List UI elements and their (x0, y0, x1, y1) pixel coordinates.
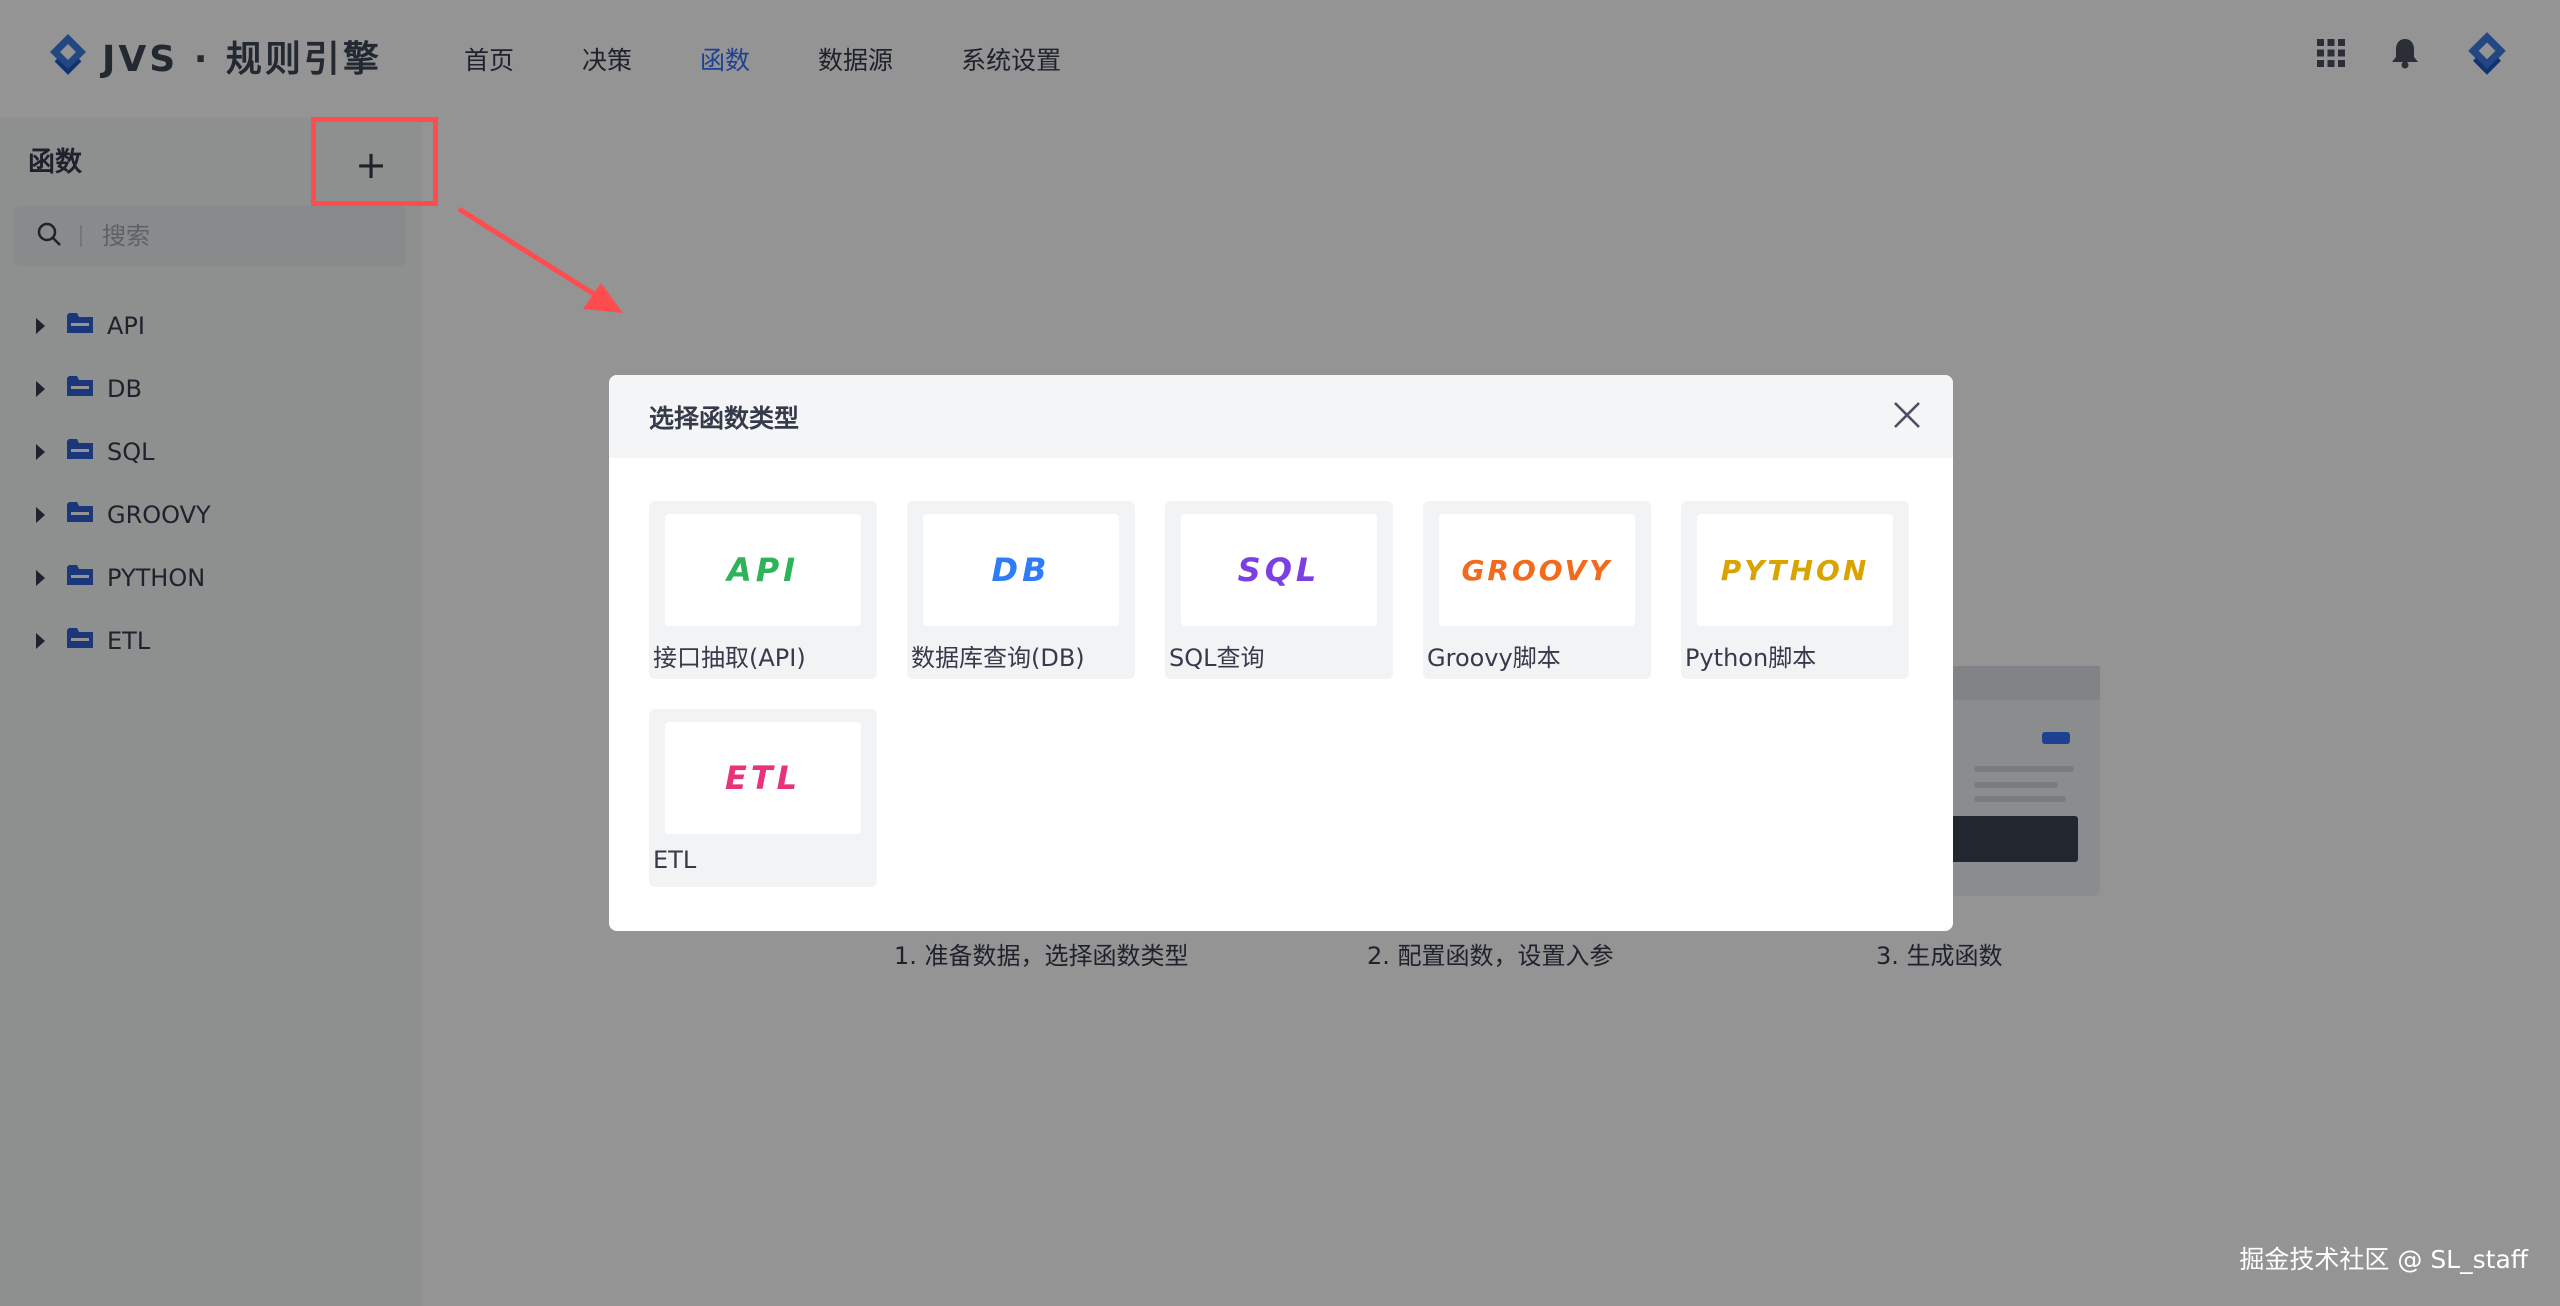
sql-badge-icon: SQL (1181, 514, 1377, 626)
python-badge-icon: PYTHON (1697, 514, 1893, 626)
type-card-label: 数据库查询(DB) (911, 644, 1085, 672)
type-card-label: Python脚本 (1685, 644, 1817, 672)
type-card-api[interactable]: API 接口抽取(API) (649, 501, 877, 679)
type-card-python[interactable]: PYTHON Python脚本 (1681, 501, 1909, 679)
highlight-box (311, 117, 438, 206)
api-badge-icon: API (665, 514, 861, 626)
type-badge-text: ETL (724, 759, 802, 797)
groovy-badge-icon: GROOVY (1439, 514, 1635, 626)
modal-header: 选择函数类型 (609, 375, 1953, 458)
type-badge-text: GROOVY (1461, 553, 1613, 587)
type-card-label: ETL (653, 846, 697, 874)
close-icon (1892, 400, 1922, 434)
type-badge-text: API (726, 551, 800, 589)
type-card-etl[interactable]: ETL ETL (649, 709, 877, 887)
select-function-type-modal: 选择函数类型 API 接口抽取(API) DB 数据库查询(DB) SQL SQ… (609, 375, 1953, 931)
type-card-label: SQL查询 (1169, 644, 1265, 672)
type-card-groovy[interactable]: GROOVY Groovy脚本 (1423, 501, 1651, 679)
type-card-sql[interactable]: SQL SQL查询 (1165, 501, 1393, 679)
type-badge-text: PYTHON (1720, 553, 1870, 587)
type-card-db[interactable]: DB 数据库查询(DB) (907, 501, 1135, 679)
annotation-arrow-icon (457, 206, 623, 313)
type-card-label: 接口抽取(API) (653, 644, 806, 672)
db-badge-icon: DB (923, 514, 1119, 626)
watermark: 掘金技术社区 @ SL_staff (2239, 1245, 2528, 1274)
type-badge-text: DB (991, 551, 1051, 589)
close-button[interactable] (1885, 395, 1929, 439)
type-card-label: Groovy脚本 (1427, 644, 1561, 672)
modal-title: 选择函数类型 (649, 403, 800, 433)
etl-badge-icon: ETL (665, 722, 861, 834)
type-badge-text: SQL (1237, 551, 1321, 589)
function-type-grid: API 接口抽取(API) DB 数据库查询(DB) SQL SQL查询 GRO… (649, 501, 1919, 887)
